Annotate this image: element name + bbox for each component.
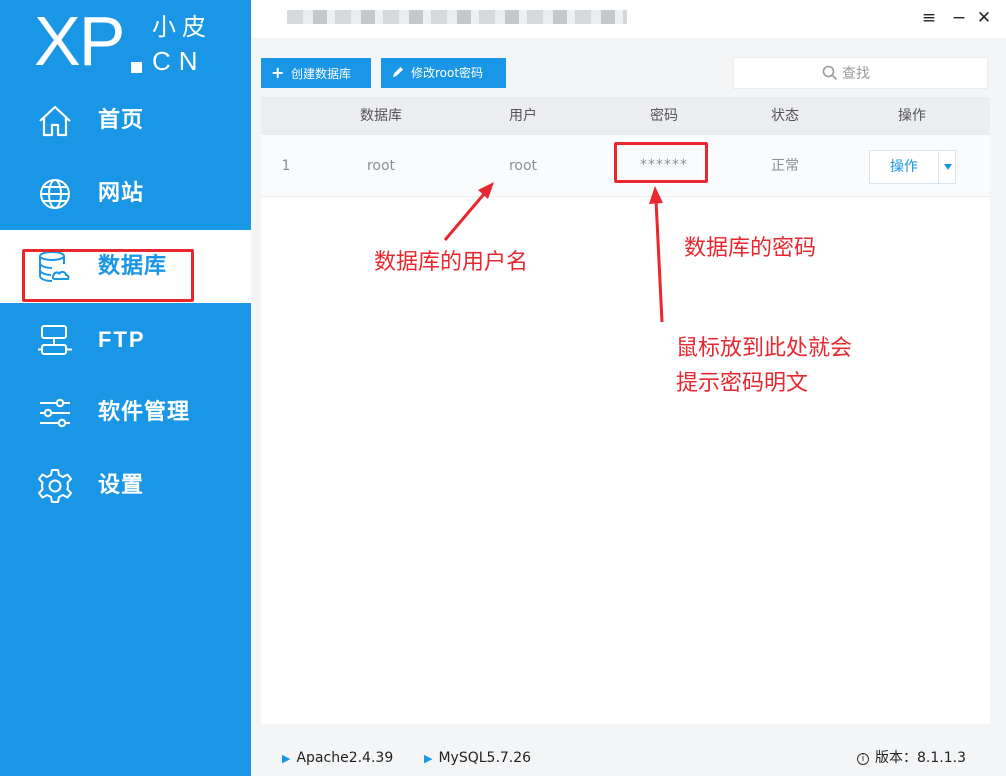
search-box[interactable] <box>733 57 988 89</box>
sidebar-item-software[interactable]: 软件管理 <box>0 376 251 449</box>
sidebar-item-home[interactable]: 首页 <box>0 84 251 157</box>
mysql-label: MySQL5.7.26 <box>438 750 532 766</box>
sidebar: XP 小皮 CN 首页 网站 数据库 FTP 软件管理 设置 <box>0 0 251 776</box>
app-logo: XP 小皮 CN <box>34 2 234 80</box>
chevron-down-icon[interactable] <box>938 151 956 183</box>
column-header-action: 操作 <box>898 108 926 124</box>
change-root-password-button[interactable]: 修改root密码 <box>381 58 506 88</box>
apache-service[interactable]: ▶ Apache2.4.39 <box>282 749 393 768</box>
sidebar-item-database[interactable]: 数据库 <box>0 230 251 303</box>
database-icon <box>39 251 70 282</box>
search-icon <box>822 65 838 81</box>
sidebar-item-label: 软件管理 <box>98 400 191 425</box>
title-bar: ≡ − ✕ <box>251 0 1006 38</box>
create-database-button[interactable]: + 创建数据库 <box>261 58 371 88</box>
version-info: i 版本：8.1.1.3 <box>857 749 966 767</box>
minimize-button[interactable]: − <box>948 6 970 30</box>
ftp-icon <box>38 325 72 355</box>
close-button[interactable]: ✕ <box>973 6 995 30</box>
row-user: root <box>508 158 538 174</box>
apache-label: Apache2.4.39 <box>296 750 394 766</box>
globe-icon <box>40 179 70 209</box>
info-icon: i <box>857 753 869 765</box>
table-row: 1 root root ****** 正常 操作 <box>261 135 990 197</box>
sidebar-item-label: 网站 <box>98 181 145 206</box>
play-icon: ▶ <box>282 752 291 765</box>
toolbar: + 创建数据库 修改root密码 <box>251 38 1006 96</box>
search-input[interactable] <box>842 63 972 85</box>
column-header-database: 数据库 <box>360 108 402 124</box>
annotation-hover-line2: 提示密码明文 <box>676 371 809 396</box>
play-icon: ▶ <box>424 752 433 765</box>
sidebar-item-label: FTP <box>98 327 146 352</box>
change-root-password-label: 修改root密码 <box>411 66 484 80</box>
create-database-label: 创建数据库 <box>291 67 352 81</box>
logo-cn-top: 小皮 <box>152 13 212 41</box>
logo-main: XP <box>34 2 125 80</box>
annotation-password: 数据库的密码 <box>684 236 817 261</box>
column-header-password: 密码 <box>650 108 678 124</box>
sliders-icon <box>40 398 70 428</box>
annotation-hover-line1: 鼠标放到此处就会 <box>676 336 853 361</box>
status-bar: ▶ Apache2.4.39 ▶ MySQL5.7.26 i 版本：8.1.1.3 <box>251 740 1006 776</box>
version-label: 版本：8.1.1.3 <box>875 750 966 766</box>
pencil-icon <box>393 67 403 77</box>
logo-cn-bottom: CN <box>152 46 206 76</box>
sidebar-item-label: 设置 <box>98 473 145 498</box>
sidebar-item-settings[interactable]: 设置 <box>0 449 251 522</box>
row-action-button[interactable]: 操作 <box>870 151 938 183</box>
annotation-username: 数据库的用户名 <box>374 250 529 275</box>
gear-icon <box>38 469 72 503</box>
window-title-blurred <box>287 10 627 24</box>
sidebar-item-label: 数据库 <box>98 254 168 279</box>
menu-button[interactable]: ≡ <box>918 6 940 30</box>
sidebar-item-label: 首页 <box>98 108 145 133</box>
row-action-group: 操作 <box>869 150 956 184</box>
row-password[interactable]: ****** <box>619 156 709 174</box>
sidebar-nav: 首页 网站 数据库 FTP 软件管理 设置 <box>0 84 251 522</box>
sidebar-item-ftp[interactable]: FTP <box>0 303 251 376</box>
database-panel: 数据库 用户 密码 状态 操作 1 root root ****** 正常 操作 <box>261 97 990 724</box>
row-index: 1 <box>281 158 291 174</box>
table-header: 数据库 用户 密码 状态 操作 <box>261 97 990 135</box>
sidebar-item-website[interactable]: 网站 <box>0 157 251 230</box>
logo-dot <box>131 62 142 73</box>
column-header-status: 状态 <box>771 108 799 124</box>
mysql-service[interactable]: ▶ MySQL5.7.26 <box>424 749 531 768</box>
home-icon <box>39 105 71 137</box>
row-database: root <box>366 158 396 174</box>
column-header-user: 用户 <box>509 108 537 124</box>
row-status: 正常 <box>771 158 799 174</box>
plus-icon: + <box>271 63 285 82</box>
